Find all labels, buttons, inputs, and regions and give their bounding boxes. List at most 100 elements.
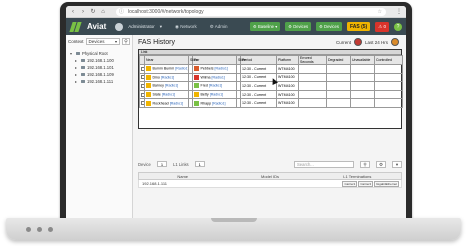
column-header[interactable]: Period <box>240 55 277 65</box>
devices-button-2[interactable]: ⚙ Devices <box>316 22 342 31</box>
url-bar[interactable]: ⓘ localhost:3000/#/network/topology ☆ <box>116 7 386 16</box>
url-text: localhost:3000/#/network/topology <box>128 8 204 15</box>
radio-link[interactable]: [Radio1] <box>211 75 224 79</box>
column-header[interactable]: L1 Terminations <box>314 173 401 179</box>
fas-badge[interactable]: FAS (5) <box>346 22 371 31</box>
info-icon: ⓘ <box>119 8 125 15</box>
bottom-tabs: Device 1 L1 Links 1 Search... ⚲ ⚙ ▾ <box>134 158 406 170</box>
radio-link[interactable]: [Radio1] <box>212 101 225 105</box>
near-cell: Dino [Radio1] <box>144 72 189 83</box>
history-gauge-icon[interactable] <box>391 38 399 46</box>
radio-link[interactable]: [Radio1] <box>170 101 183 105</box>
forward-icon[interactable]: › <box>80 9 86 15</box>
radio-link[interactable]: [Radio1] <box>209 84 222 88</box>
radio-link[interactable]: [Radio1] <box>175 67 187 71</box>
help-icon[interactable]: ? <box>394 22 402 31</box>
checkbox-icon[interactable] <box>141 84 144 88</box>
column-header[interactable]: Platform <box>276 55 299 65</box>
table-header-row: Near Slice Far Slice Period Platform Err… <box>139 55 403 65</box>
far-cell: Rhapp [Radio1] <box>192 98 237 108</box>
home-icon[interactable]: ⌂ <box>100 9 106 15</box>
app-header: Aviat Administrator ▾ ◉ Network ⚙ Admin … <box>66 18 406 35</box>
radio-link[interactable]: [Radio1] <box>210 93 223 97</box>
base-dot <box>48 227 53 232</box>
column-header[interactable]: Controlled <box>374 55 403 65</box>
tab-l1-links[interactable]: L1 Links <box>173 162 189 167</box>
status-swatch <box>146 83 151 89</box>
current-gauge-icon[interactable] <box>353 38 362 46</box>
degraded-cell <box>326 81 351 91</box>
table-row[interactable]: Bumm Bumm [Radio1] Pebbels [Radio1] 12:30 … <box>139 64 403 74</box>
termination-tag[interactable]: GigabitEthernet <box>374 181 400 187</box>
device-icon <box>81 73 85 76</box>
controlled-cell <box>374 72 403 83</box>
tree-item[interactable]: ▸ 192.168.1.111 <box>70 78 128 85</box>
chevron-right-icon[interactable]: ▸ <box>75 78 79 85</box>
column-header[interactable]: Unavailable <box>350 55 375 65</box>
device-count-select[interactable]: 1 <box>156 161 168 167</box>
tree-item[interactable]: ▸ 192.168.1.101 <box>70 64 128 71</box>
reload-icon[interactable]: ↻ <box>90 8 96 15</box>
tree-item[interactable]: ▸ 192.168.1.100 <box>70 57 128 64</box>
unavailable-cell <box>350 89 375 100</box>
tree-item[interactable]: ▸ 192.168.1.109 <box>70 71 128 78</box>
table-row[interactable]: Rockhead [Radio1] Rhapp [Radio1] 12:30 - C… <box>139 98 403 108</box>
main-area: FAS History Current Last 24 Hrs Link Nea… <box>134 35 406 218</box>
termination-tag[interactable]: Carrier1 <box>342 181 358 187</box>
controlled-cell <box>374 98 403 108</box>
checkbox-icon[interactable] <box>141 75 144 80</box>
column-header[interactable]: Far <box>192 55 237 65</box>
search-icon[interactable]: ⚲ <box>122 38 130 45</box>
user-avatar[interactable] <box>115 22 124 31</box>
tab-device[interactable]: Device <box>138 162 151 167</box>
context-select[interactable]: Devices ▾ <box>85 38 120 45</box>
termination-tag[interactable]: Carrier2 <box>358 181 374 187</box>
laptop-base <box>6 218 461 240</box>
column-header[interactable]: Name <box>139 173 226 179</box>
row-name: 192.168.1.111 <box>142 181 167 186</box>
base-dot <box>37 227 42 232</box>
status-swatch <box>194 74 199 80</box>
chevron-down-icon[interactable]: ▾ <box>392 160 402 168</box>
errored-cell <box>298 98 327 108</box>
chevron-right-icon[interactable]: ▸ <box>75 57 79 64</box>
tree-item-root[interactable]: ▾ Physical Root <box>70 50 128 57</box>
near-cell: Rockhead [Radio1] <box>144 98 189 108</box>
column-header[interactable]: Near <box>144 55 189 65</box>
context-label: Context <box>68 39 84 44</box>
nav-network[interactable]: ◉ Network <box>175 24 197 30</box>
status-swatch <box>146 92 151 98</box>
search-icon[interactable]: ⚲ <box>360 160 370 168</box>
radio-link[interactable]: [Radio1] <box>161 75 174 79</box>
laptop-notch <box>211 218 257 222</box>
nav-admin[interactable]: ⚙ Admin <box>210 24 228 30</box>
baseline-button[interactable]: ⚙ Baseline ▾ <box>250 22 281 31</box>
chevron-down-icon[interactable]: ▾ <box>160 24 162 30</box>
column-header[interactable]: Errored Seconds <box>298 55 327 65</box>
checkbox-icon[interactable] <box>141 101 144 106</box>
star-icon[interactable]: ☆ <box>378 8 382 16</box>
user-menu[interactable]: Administrator <box>128 24 155 29</box>
table-row[interactable]: Slate [Radio1] Betty [Radio1] 12:30 - Curr… <box>139 89 403 100</box>
chevron-right-icon[interactable]: ▸ <box>75 71 79 78</box>
back-icon[interactable]: ‹ <box>70 9 76 15</box>
links-count-select[interactable]: 1 <box>194 161 205 167</box>
chevron-right-icon[interactable]: ▸ <box>75 64 79 71</box>
alarm-badge[interactable]: ⚠ 0 <box>375 21 389 32</box>
radio-link[interactable]: [Radio1] <box>215 67 228 71</box>
radio-link[interactable]: [Radio1] <box>165 84 178 88</box>
column-header[interactable]: Degraded <box>326 55 351 65</box>
radio-link[interactable]: [Radio1] <box>162 93 175 97</box>
device-icon <box>81 59 85 62</box>
checkbox-icon[interactable] <box>141 66 144 71</box>
last-24-label: Last 24 Hrs <box>364 39 388 45</box>
gear-icon[interactable]: ⚙ <box>376 160 386 168</box>
list-row[interactable]: 192.168.1.111 Carrier1 Carrier2 GigabitE… <box>138 180 402 188</box>
column-header[interactable]: Model IDs <box>226 173 313 179</box>
checkbox-icon[interactable] <box>141 92 144 97</box>
search-input[interactable]: Search... <box>294 160 354 168</box>
devices-button[interactable]: ⚙ Devices <box>285 22 312 31</box>
chevron-down-icon[interactable]: ▾ <box>70 50 74 57</box>
controlled-cell <box>374 64 403 74</box>
menu-icon[interactable]: ⋮ <box>396 8 402 15</box>
